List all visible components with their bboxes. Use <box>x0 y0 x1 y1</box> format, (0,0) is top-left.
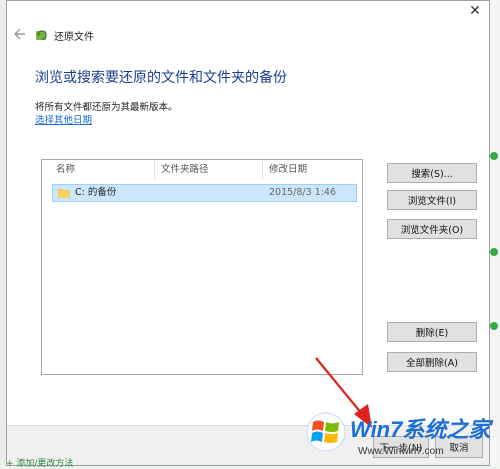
next-button[interactable]: 下一步(N) <box>373 436 429 458</box>
list-header: 名称 文件夹路径 修改日期 <box>42 160 362 180</box>
column-header-name[interactable]: 名称 <box>50 160 154 180</box>
remove-all-button[interactable]: 全部删除(A) <box>387 352 477 372</box>
column-header-modified-date[interactable]: 修改日期 <box>262 160 362 180</box>
restore-files-icon <box>35 28 49 42</box>
close-button[interactable]: ✕ <box>460 1 489 22</box>
backup-file-list[interactable]: 名称 文件夹路径 修改日期 C: 的备份 2015/8/3 1:46 <box>41 159 363 375</box>
close-icon: ✕ <box>469 3 481 19</box>
background-status-dot <box>490 248 498 256</box>
browse-files-button[interactable]: 浏览文件(I) <box>387 190 477 210</box>
row-modified-date: 2015/8/3 1:46 <box>269 187 337 198</box>
remove-button[interactable]: 删除(E) <box>387 322 477 342</box>
search-button[interactable]: 搜索(S)... <box>387 163 477 183</box>
background-status-dot <box>490 152 498 160</box>
back-arrow-icon[interactable] <box>13 25 27 43</box>
row-name: C: 的备份 <box>75 187 117 198</box>
browse-folders-button[interactable]: 浏览文件夹(O) <box>387 219 477 239</box>
cancel-button[interactable]: 取消 <box>435 436 483 458</box>
page-heading: 浏览或搜索要还原的文件和文件夹的备份 <box>35 70 287 86</box>
list-row[interactable]: C: 的备份 2015/8/3 1:46 <box>52 184 357 202</box>
title-bar: 还原文件 <box>7 25 489 45</box>
background-partial-text: + 添加/更改方法 <box>6 459 74 469</box>
choose-other-date-link[interactable]: 选择其他日期 <box>35 112 92 126</box>
folder-icon <box>58 188 70 198</box>
window-title: 还原文件 <box>54 32 94 43</box>
description-text: 将所有文件都还原为其最新版本。 <box>35 102 178 113</box>
restore-files-dialog: ✕ 还原文件 浏览或搜索要还原的文件和文件夹的备份 将所有文件都还原为其最新版本… <box>6 0 490 466</box>
column-header-folder-path[interactable]: 文件夹路径 <box>154 160 262 180</box>
background-status-dot <box>490 322 498 330</box>
